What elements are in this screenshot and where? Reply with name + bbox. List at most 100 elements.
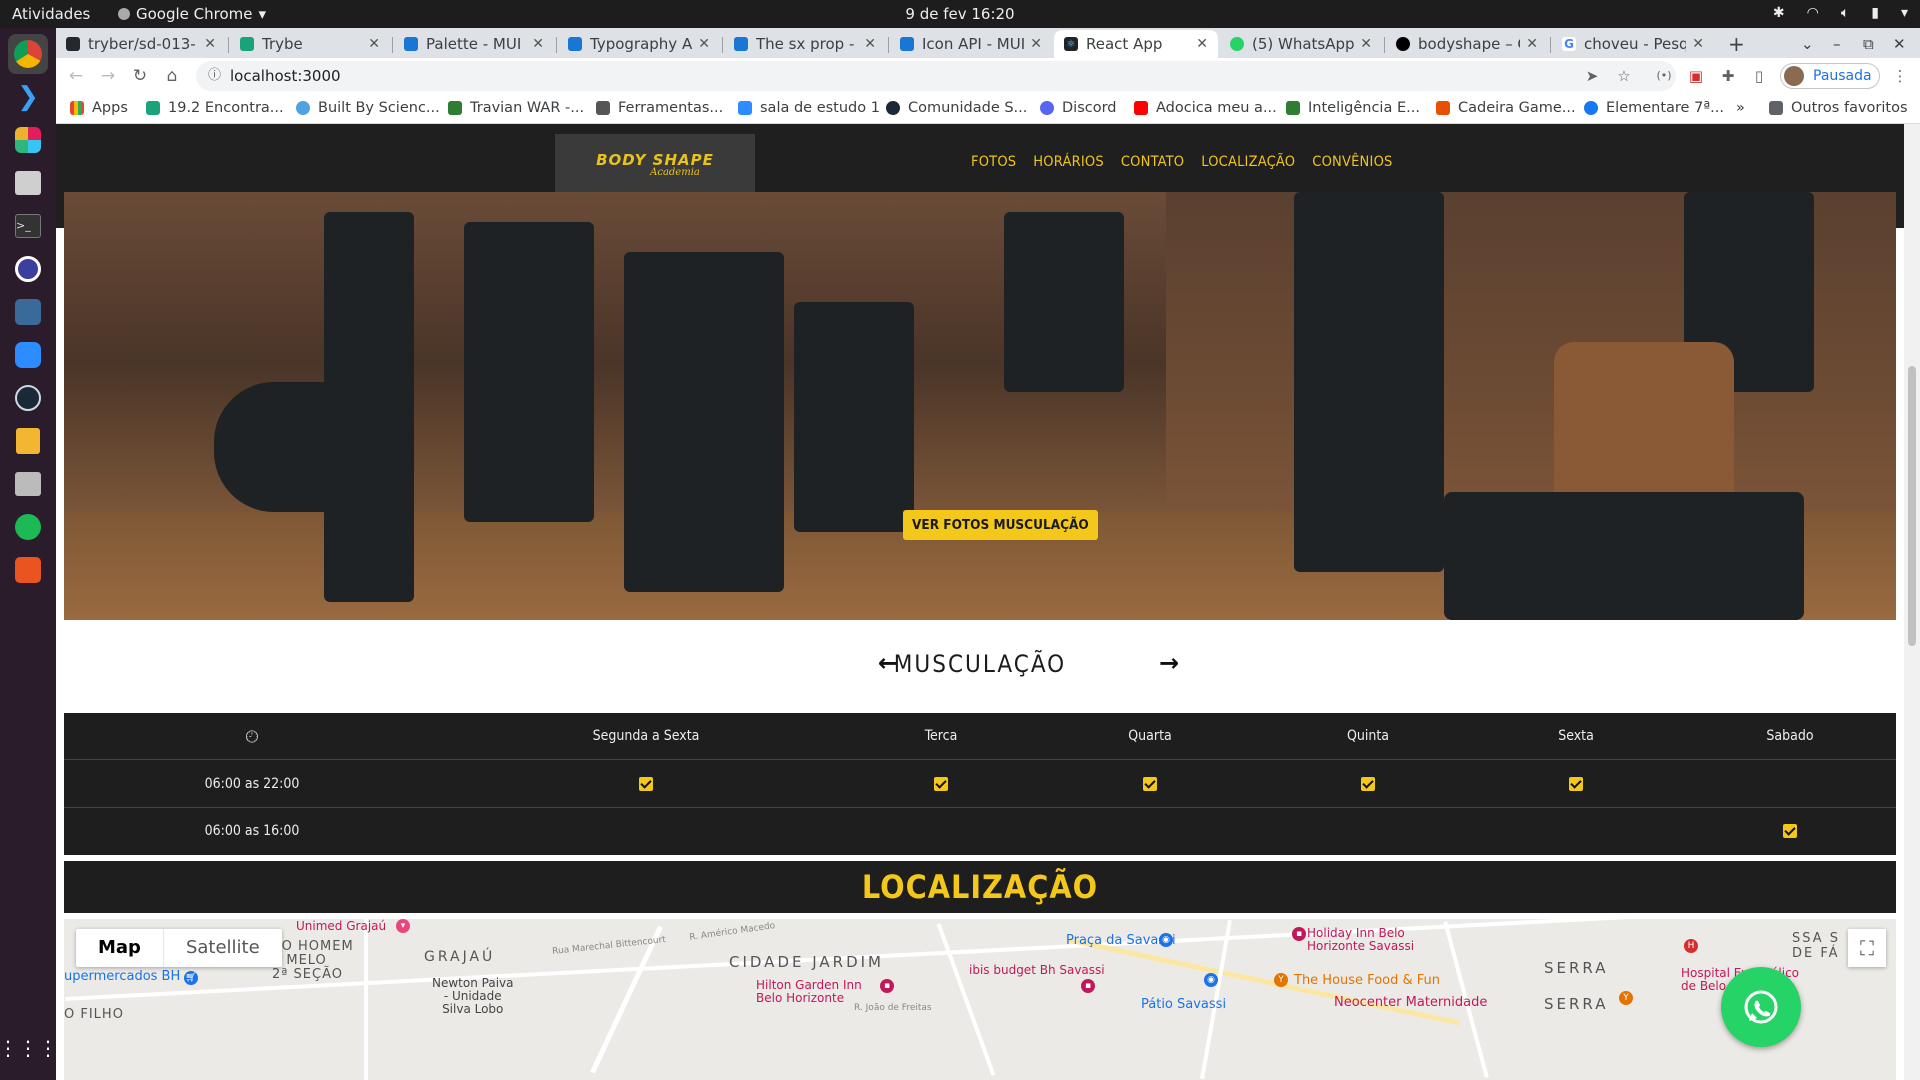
close-icon[interactable]: ✕ [1196,36,1208,52]
restore-window-icon[interactable]: ⧉ [1853,30,1883,58]
spotify-dock-icon[interactable] [8,507,48,547]
tab-sx-prop-mui[interactable]: The sx prop - M ✕ [724,30,886,58]
steam-dock-icon[interactable] [8,378,48,418]
bookmark-item[interactable]: Elementare 7ª... [1584,100,1724,116]
map-pin-icon[interactable]: ▪ [1292,927,1306,941]
tab-trybe[interactable]: Trybe ✕ [230,30,390,58]
close-icon[interactable]: ✕ [1526,36,1538,52]
minimize-window-icon[interactable]: – [1823,30,1853,58]
close-icon[interactable]: ✕ [864,36,876,52]
tab-icon-api-mui[interactable]: Icon API - MUI ✕ [890,30,1052,58]
address-bar[interactable]: ⓘ localhost:3000 [196,61,1676,91]
map-pin-icon[interactable]: H [1684,939,1698,953]
bookmark-item[interactable]: Cadeira Game... [1436,100,1576,116]
bookmark-item[interactable]: 19.2 Encontra... [146,100,284,116]
vscode-dock-icon[interactable]: ❯ [8,77,48,117]
home-icon[interactable]: ⌂ [160,64,184,88]
software-center-dock-icon[interactable] [8,550,48,590]
nav-fotos[interactable]: FOTOS [971,154,1016,170]
chrome-dock-icon[interactable] [8,34,48,74]
reload-icon[interactable]: ↻ [128,64,152,88]
bookmark-item[interactable]: Comunidade S... [886,100,1027,116]
close-icon[interactable]: ✕ [1030,36,1042,52]
map-pin-icon[interactable]: Y [1274,973,1288,987]
close-window-icon[interactable]: ✕ [1883,30,1913,58]
system-tray[interactable]: ✱ ◠ 🔈︎ ▮ ▾ [1773,5,1908,21]
tab-palette-mui[interactable]: Palette - MUI ✕ [394,30,554,58]
close-icon[interactable]: ✕ [1360,36,1372,52]
extension-pdf-icon[interactable]: ▣ [1686,66,1706,86]
bookmark-item[interactable]: Inteligência E... [1286,100,1420,116]
map-pin-icon[interactable]: ▾ [396,919,410,933]
bookmark-apps[interactable]: Apps [70,100,128,116]
battery-icon[interactable]: ▮ [1871,5,1879,21]
tab-vercel-bodyshape[interactable]: bodyshape – C ✕ [1386,30,1548,58]
nav-contato[interactable]: CONTATO [1121,154,1184,170]
map-fullscreen-icon[interactable]: ⛶ [1848,929,1886,967]
bookmark-item[interactable]: sala de estudo 1 [738,100,880,116]
search-dock-icon[interactable] [8,464,48,504]
arrow-right-icon[interactable]: → [1154,648,1184,678]
calculator-dock-icon[interactable] [8,421,48,461]
mysql-workbench-dock-icon[interactable] [8,292,48,332]
profile-button[interactable]: Pausada [1780,63,1880,89]
chevron-down-icon[interactable]: ▾ [1901,5,1908,21]
bookmark-star-icon[interactable]: ☆ [1614,66,1634,86]
extension-radio-icon[interactable]: (•) [1654,66,1674,86]
eclipse-dock-icon[interactable] [8,249,48,289]
nav-convenios[interactable]: CONVÊNIOS [1312,154,1392,170]
nav-localizacao[interactable]: LOCALIZAÇÃO [1201,154,1295,170]
whatsapp-float-button[interactable] [1721,967,1801,1047]
extensions-puzzle-icon[interactable]: ✚ [1718,66,1738,86]
system-clock[interactable]: 9 de fev 16:20 [0,5,1920,23]
slack-tray-icon[interactable]: ✱ [1773,5,1785,21]
kebab-menu-icon[interactable]: ⋮ [1890,66,1910,86]
other-bookmarks-folder[interactable]: Outros favoritos [1769,100,1908,116]
tab-google-search[interactable]: Gchoveu - Pesqu ✕ [1552,30,1714,58]
side-panel-icon[interactable]: ▯ [1749,66,1769,86]
terminal-dock-icon[interactable]: >_ [8,206,48,246]
show-apps-grid-icon[interactable]: ⋮⋮⋮ [0,1028,58,1068]
tab-react-app[interactable]: ⚛ React App ✕ [1054,30,1218,58]
close-icon[interactable]: ✕ [532,36,544,52]
page-scrollbar[interactable] [1904,124,1920,1080]
bookmark-icon [1436,101,1450,115]
new-tab-button[interactable]: + [1718,30,1754,58]
wifi-icon[interactable]: ◠ [1807,5,1819,21]
slack-dock-icon[interactable] [8,120,48,160]
tab-typography-mui[interactable]: Typography AF ✕ [558,30,720,58]
bookmark-item[interactable]: Adocica meu a... [1134,100,1277,116]
zoom-dock-icon[interactable] [8,335,48,375]
close-icon[interactable]: ✕ [368,36,380,52]
map-pin-icon[interactable]: ◉ [1204,973,1218,987]
back-arrow-icon[interactable]: ← [64,64,88,88]
tab-search-chevron-icon[interactable]: ⌄ [1791,30,1821,58]
google-map[interactable]: Unimed Grajaú ÃO HOMEM E MELO 2ª SEÇÃO G… [64,919,1896,1080]
map-type-satellite-button[interactable]: Satellite [164,929,282,967]
volume-icon[interactable]: 🔈︎ [1841,5,1849,21]
bookmark-item[interactable]: Built By Scienc... [296,100,440,116]
map-pin-icon[interactable]: ◉ [1159,933,1173,947]
bookmarks-overflow-button[interactable]: » [1736,100,1745,116]
ver-fotos-button[interactable]: VER FOTOS MUSCULAÇÃO [903,510,1098,540]
site-logo[interactable]: BODY SHAPE Academia [555,134,755,196]
tab-github[interactable]: tryber/sd-013- ✕ [56,30,226,58]
map-type-map-button[interactable]: Map [76,929,164,967]
scrollbar-thumb[interactable] [1908,366,1916,646]
map-pin-icon[interactable]: ▪ [1081,979,1095,993]
files-dock-icon[interactable] [8,163,48,203]
close-icon[interactable]: ✕ [1692,36,1704,52]
forward-arrow-icon[interactable]: → [96,64,120,88]
close-icon[interactable]: ✕ [204,36,216,52]
tab-whatsapp[interactable]: (5) WhatsApp ✕ [1220,30,1382,58]
map-pin-icon[interactable]: Y [1619,991,1633,1005]
bookmark-item[interactable]: Ferramentas... [596,100,723,116]
map-pin-icon[interactable]: 🛒︎ [184,971,198,985]
close-icon[interactable]: ✕ [698,36,710,52]
site-info-icon[interactable]: ⓘ [208,61,221,91]
nav-horarios[interactable]: HORÁRIOS [1033,154,1104,170]
send-tab-icon[interactable]: ➤ [1582,66,1602,86]
bookmark-item[interactable]: Travian WAR -... [448,100,584,116]
bookmark-item[interactable]: Discord [1040,100,1117,116]
map-pin-icon[interactable]: ▪ [880,979,894,993]
